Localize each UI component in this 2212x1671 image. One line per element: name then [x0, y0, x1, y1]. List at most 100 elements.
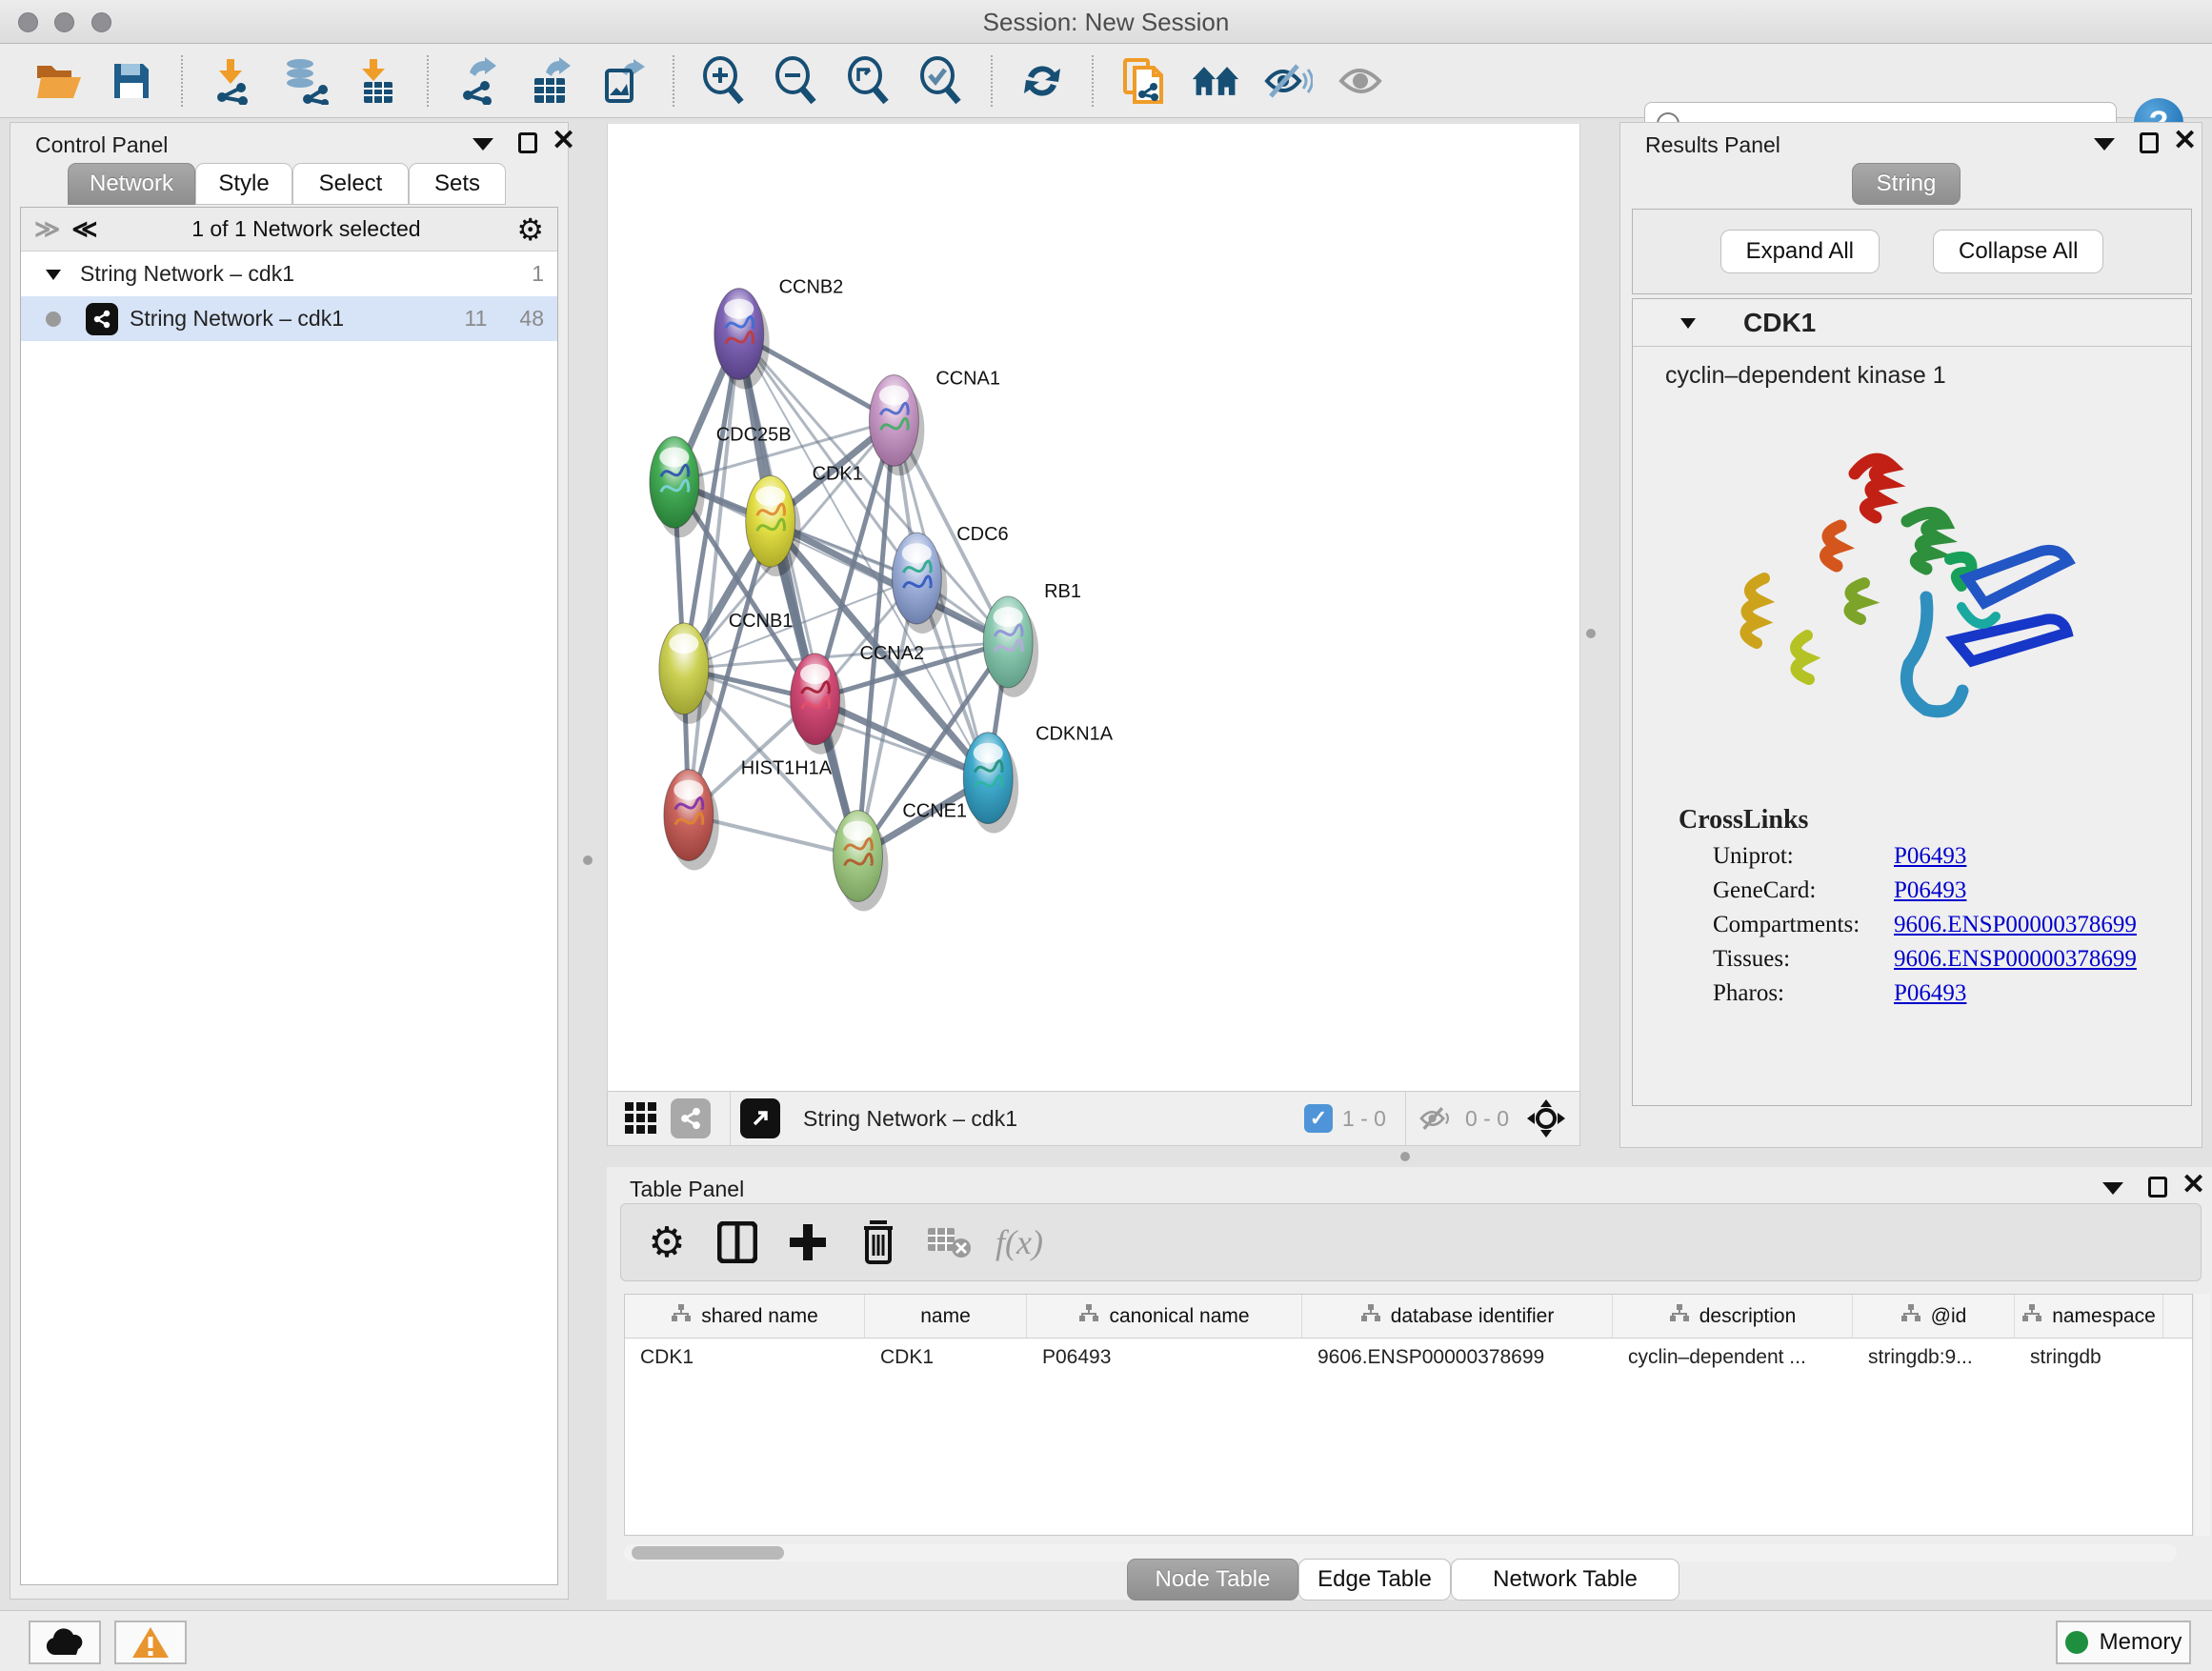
control-panel-close-icon[interactable]: ✕	[552, 131, 575, 151]
tab-node-table[interactable]: Node Table	[1127, 1559, 1298, 1601]
save-session-icon[interactable]	[107, 56, 156, 106]
export-image-icon[interactable]	[598, 56, 648, 106]
left-splitter-handle[interactable]	[583, 856, 593, 865]
import-network-file-icon[interactable]	[208, 56, 257, 106]
refresh-view-icon[interactable]	[1017, 56, 1067, 106]
table-cell[interactable]: stringdb:9...	[1853, 1339, 2015, 1380]
collapse-all-networks-icon[interactable]: ≫	[34, 214, 58, 244]
crosslink-label: GeneCard:	[1713, 877, 1894, 904]
collapse-all-button[interactable]: Collapse All	[1933, 230, 2103, 273]
birds-eye-grid-icon[interactable]	[621, 1098, 661, 1138]
network-node-rb1[interactable]	[983, 596, 1038, 697]
table-panel-menu-icon[interactable]	[2102, 1182, 2123, 1195]
network-canvas[interactable]: CCNB2CCNA1CDC25BCDK1CDC6RB1CCNB1CCNA2CDK…	[607, 124, 1580, 1091]
column-header-description[interactable]: description	[1613, 1295, 1853, 1338]
crosslink-row: Uniprot:P06493	[1713, 843, 2191, 870]
node-section-header[interactable]: CDK1	[1633, 299, 2191, 347]
zoom-in-icon[interactable]	[699, 56, 749, 106]
results-panel-close-icon[interactable]: ✕	[2173, 131, 2197, 151]
bottom-splitter-handle[interactable]	[1400, 1152, 1410, 1161]
crosslink-link[interactable]: 9606.ENSP00000378699	[1894, 946, 2137, 973]
network-node-hist1h1a[interactable]	[664, 770, 719, 871]
zoom-fit-icon[interactable]	[844, 56, 894, 106]
column-header--id[interactable]: @id	[1853, 1295, 2015, 1338]
clone-network-icon[interactable]	[1118, 56, 1168, 106]
memory-button[interactable]: Memory	[2056, 1621, 2191, 1664]
expand-all-button[interactable]: Expand All	[1720, 230, 1880, 273]
network-node-cdk1[interactable]	[746, 475, 801, 576]
network-row[interactable]: String Network – cdk1 11 48	[21, 296, 557, 341]
table-panel-close-icon[interactable]: ✕	[2182, 1175, 2205, 1196]
network-node-cdc25b[interactable]	[650, 436, 705, 537]
tab-style[interactable]: Style	[195, 163, 292, 205]
scrollbar-thumb[interactable]	[632, 1546, 784, 1560]
right-splitter-handle[interactable]	[1586, 629, 1596, 638]
pan-crosshair-icon[interactable]	[1526, 1098, 1566, 1138]
results-panel-menu-icon[interactable]	[2094, 138, 2115, 151]
network-collection-row[interactable]: String Network – cdk1 1	[21, 252, 557, 296]
crosslink-link[interactable]: P06493	[1894, 877, 1966, 904]
network-selection-status: 1 of 1 Network selected	[95, 216, 516, 242]
cloud-status-button[interactable]	[29, 1621, 101, 1664]
detach-view-icon[interactable]	[740, 1098, 780, 1138]
table-cell[interactable]: CDK1	[625, 1339, 865, 1380]
table-cell[interactable]: stringdb	[2015, 1339, 2163, 1380]
hide-selected-icon[interactable]	[1263, 56, 1313, 106]
network-graph[interactable]: CCNB2CCNA1CDC25BCDK1CDC6RB1CCNB1CCNA2CDK…	[608, 124, 1579, 1089]
control-panel-menu-icon[interactable]	[473, 138, 493, 151]
column-header-database-identifier[interactable]: database identifier	[1302, 1295, 1613, 1338]
table-row[interactable]: CDK1CDK1P064939606.ENSP00000378699cyclin…	[625, 1339, 2192, 1380]
tab-sets[interactable]: Sets	[409, 163, 506, 205]
import-network-database-icon[interactable]	[280, 56, 330, 106]
export-table-icon[interactable]	[526, 56, 575, 106]
crosslink-link[interactable]: P06493	[1894, 980, 1966, 1007]
table-cell[interactable]: CDK1	[865, 1339, 1027, 1380]
string-view-icon[interactable]	[671, 1098, 711, 1138]
tab-network-table[interactable]: Network Table	[1451, 1559, 1679, 1601]
tree-expander-icon[interactable]	[44, 267, 65, 282]
column-header-shared-name[interactable]: shared name	[625, 1295, 865, 1338]
column-type-icon	[1669, 1304, 1690, 1329]
delete-column-icon[interactable]	[852, 1216, 905, 1269]
warning-status-button[interactable]	[114, 1621, 187, 1664]
selected-items-checkbox-icon[interactable]: ✓	[1304, 1104, 1333, 1133]
table-cell[interactable]: 9606.ENSP00000378699	[1302, 1339, 1613, 1380]
node-label-rb1: RB1	[1044, 581, 1081, 602]
show-all-icon[interactable]	[1336, 56, 1385, 106]
column-header-name[interactable]: name	[865, 1295, 1027, 1338]
crosslink-link[interactable]: P06493	[1894, 843, 1966, 870]
main-toolbar: ?	[0, 44, 2212, 118]
delete-table-icon	[922, 1216, 975, 1269]
table-panel-float-icon[interactable]	[2148, 1177, 2167, 1198]
first-neighbors-icon[interactable]	[1191, 56, 1240, 106]
table-cell[interactable]: cyclin–dependent ...	[1613, 1339, 1853, 1380]
tab-string-results[interactable]: String	[1852, 163, 1961, 205]
table-cell[interactable]: P06493	[1027, 1339, 1302, 1380]
tab-edge-table[interactable]: Edge Table	[1298, 1559, 1451, 1601]
column-header-namespace[interactable]: namespace	[2015, 1295, 2163, 1338]
show-columns-icon[interactable]	[711, 1216, 764, 1269]
open-session-icon[interactable]	[34, 56, 84, 106]
node-label-cdc6: CDC6	[956, 524, 1008, 545]
control-panel-float-icon[interactable]	[518, 132, 537, 153]
expand-all-networks-icon[interactable]: ≪	[71, 214, 95, 244]
tab-select[interactable]: Select	[292, 163, 409, 205]
network-node-ccna2[interactable]	[791, 654, 846, 755]
tab-network[interactable]: Network	[68, 163, 195, 205]
results-panel-float-icon[interactable]	[2140, 132, 2159, 153]
node-table[interactable]: shared namenamecanonical namedatabase id…	[624, 1294, 2193, 1536]
table-vertical-scrollbar[interactable]	[2195, 1294, 2210, 1536]
zoom-out-icon[interactable]	[772, 56, 821, 106]
network-options-gear-icon[interactable]: ⚙	[516, 211, 544, 248]
column-header-canonical-name[interactable]: canonical name	[1027, 1295, 1302, 1338]
network-node-cdc6[interactable]	[892, 533, 947, 634]
crosslink-link[interactable]: 9606.ENSP00000378699	[1894, 912, 2137, 938]
import-table-file-icon[interactable]	[352, 56, 402, 106]
network-node-cdkn1a[interactable]	[963, 733, 1018, 834]
create-column-icon[interactable]	[781, 1216, 835, 1269]
table-options-gear-icon[interactable]: ⚙	[640, 1216, 694, 1269]
zoom-selected-icon[interactable]	[916, 56, 966, 106]
network-node-ccna1[interactable]	[869, 374, 924, 475]
section-expander-icon[interactable]	[1679, 315, 1699, 331]
export-network-icon[interactable]	[453, 56, 503, 106]
